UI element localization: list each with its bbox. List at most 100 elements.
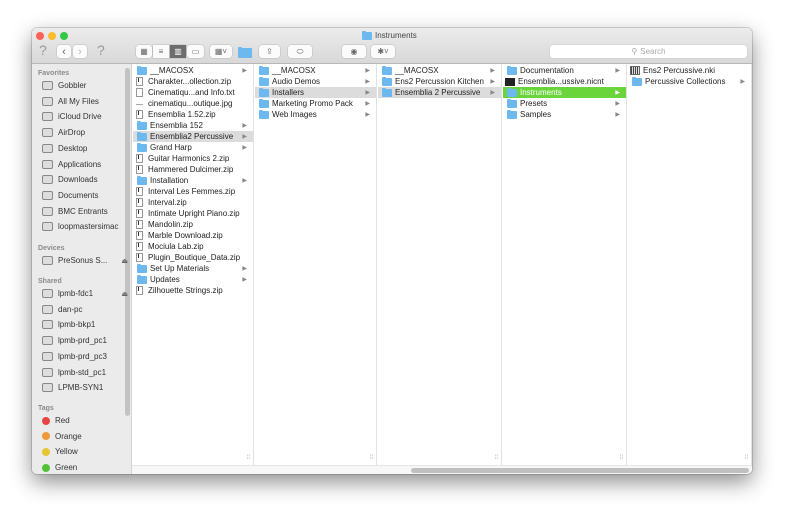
folder-icon xyxy=(382,66,392,75)
column-resize-handle[interactable]: ⁞⁞ xyxy=(247,455,250,461)
folder-item[interactable]: Installation ▶ xyxy=(133,175,253,186)
file-item[interactable]: Ensemblia 1.52.zip xyxy=(133,109,253,120)
file-item[interactable]: Mociula Lab.zip xyxy=(133,241,253,252)
help-icon-2[interactable]: ? xyxy=(97,42,105,58)
sidebar-item-lpmb-bkp1[interactable]: lpmb-bkp1 xyxy=(42,320,126,330)
folder-item[interactable]: Web Images ▶ xyxy=(255,109,376,120)
quick-look-button[interactable]: ◉ xyxy=(342,45,366,58)
file-item[interactable]: Marble Download.zip xyxy=(133,230,253,241)
file-item[interactable]: Zilhouette Strings.zip xyxy=(133,285,253,296)
chevron-right-icon: ▶ xyxy=(242,178,247,184)
folder-item[interactable]: Documentation ▶ xyxy=(503,65,626,76)
item-label: Percussive Collections xyxy=(645,77,726,86)
icon-view-button[interactable]: ▦ xyxy=(136,45,152,58)
sidebar-item-lpmb-syn1[interactable]: LPMB-SYN1 xyxy=(42,383,126,393)
scrollbar-thumb[interactable] xyxy=(411,468,749,473)
folder-item[interactable]: Set Up Materials ▶ xyxy=(133,263,253,274)
folder-item[interactable]: Audio Demos ▶ xyxy=(255,76,376,87)
sidebar-item-lpmb-prd-pc1[interactable]: lpmb-prd_pc1 xyxy=(42,336,126,346)
folder-item[interactable]: Presets ▶ xyxy=(503,98,626,109)
cover-flow-button[interactable]: ▭ xyxy=(187,45,204,58)
close-button[interactable] xyxy=(36,32,44,40)
sidebar-item-icloud-drive[interactable]: iCloud Drive xyxy=(42,112,126,122)
search-input[interactable]: ⚲ Search xyxy=(550,45,747,58)
sidebar-item-documents[interactable]: Documents xyxy=(42,190,126,200)
file-item[interactable]: Interval.zip xyxy=(133,197,253,208)
folder-item[interactable]: Percussive Collections ▶ xyxy=(628,76,751,87)
item-label: Set Up Materials xyxy=(150,264,210,273)
column-resize-handle[interactable]: ⁞⁞ xyxy=(370,455,373,461)
sidebar-item-loopmastersimac[interactable]: loopmastersimac xyxy=(42,222,126,232)
sidebar-item-lpmb-std-pc1[interactable]: lpmb-std_pc1 xyxy=(42,367,126,377)
folder-item[interactable]: Instruments ▶ xyxy=(503,87,626,98)
sidebar-item-desktop[interactable]: Desktop xyxy=(42,143,126,153)
sidebar-item-label: AirDrop xyxy=(58,128,86,138)
folder-item[interactable]: Installers ▶ xyxy=(255,87,376,98)
sidebar-item-orange[interactable]: Orange xyxy=(42,432,126,441)
folder-item[interactable]: Ensemblia 152 ▶ xyxy=(133,120,253,131)
arrange-button[interactable]: ▦˅ xyxy=(210,45,232,58)
item-label: Guitar Harmonics 2.zip xyxy=(148,154,230,163)
sidebar-item-bmc-entrants[interactable]: BMC Entrants xyxy=(42,206,126,216)
column-resize-handle[interactable]: ⁞⁞ xyxy=(495,455,498,461)
item-label: Audio Demos xyxy=(272,77,321,86)
file-item[interactable]: Ens2 Percussive.nki xyxy=(628,65,751,76)
file-item[interactable]: Mandolin.zip xyxy=(133,219,253,230)
sidebar-item-lpmb-prd-pc3[interactable]: lpmb-prd_pc3 xyxy=(42,351,126,361)
folder-item[interactable]: Updates ▶ xyxy=(133,274,253,285)
sidebar-item-downloads[interactable]: Downloads xyxy=(42,175,126,185)
zoom-button[interactable] xyxy=(60,32,68,40)
action-button[interactable]: ✱˅ xyxy=(371,45,395,58)
folder-item[interactable]: __MACOSX ▶ xyxy=(255,65,376,76)
share-button[interactable]: ⇪ xyxy=(259,45,280,58)
eject-icon[interactable]: ⏏ xyxy=(121,257,128,265)
file-item[interactable]: Cinematiqu...and Info.txt xyxy=(133,87,253,98)
column-resize-handle[interactable]: ⁞⁞ xyxy=(745,455,748,461)
folder-item[interactable]: Ensemblia2 Percussive ▶ xyxy=(133,131,253,142)
sidebar-item-airdrop[interactable]: AirDrop xyxy=(42,128,126,138)
file-item[interactable]: Charakter...ollection.zip xyxy=(133,76,253,87)
help-icon[interactable]: ? xyxy=(39,42,47,58)
folder-item[interactable]: Ens2 Percussion Kitchen ▶ xyxy=(378,76,501,87)
folder-icon xyxy=(259,66,269,75)
gear-icon: ✱˅ xyxy=(377,47,389,56)
eject-icon[interactable]: ⏏ xyxy=(121,290,128,298)
horizontal-scrollbar[interactable] xyxy=(132,465,752,474)
folder-item[interactable]: Ensemblia 2 Percussive ▶ xyxy=(378,87,501,98)
sidebar-item-gobbler[interactable]: Gobbler xyxy=(42,81,126,90)
sidebar-section-header: Favorites xyxy=(38,70,70,77)
folder-item[interactable]: __MACOSX ▶ xyxy=(378,65,501,76)
search-icon: ⚲ xyxy=(631,47,638,56)
file-item[interactable]: Intimate Upright Piano.zip xyxy=(133,208,253,219)
list-view-button[interactable]: ≡ xyxy=(153,45,169,58)
file-item[interactable]: Ensemblia...ussive.nicnt xyxy=(503,76,626,87)
chevron-right-icon: ▶ xyxy=(490,90,495,96)
item-label: Mociula Lab.zip xyxy=(148,242,204,251)
sidebar-item-all-my-files[interactable]: All My Files xyxy=(42,96,126,106)
file-item[interactable]: Plugin_Boutique_Data.zip xyxy=(133,252,253,263)
folder-item[interactable]: __MACOSX ▶ xyxy=(133,65,253,76)
sidebar-item-presonus-s-[interactable]: PreSonus S... ⏏ xyxy=(42,256,128,265)
sidebar-item-label: Desktop xyxy=(58,143,88,153)
folder-item[interactable]: Samples ▶ xyxy=(503,109,626,120)
folder-item[interactable]: Marketing Promo Pack ▶ xyxy=(255,98,376,109)
tags-button[interactable]: ⬭ xyxy=(288,45,312,58)
sidebar-item-green[interactable]: Green xyxy=(42,463,126,472)
column-resize-handle[interactable]: ⁞⁞ xyxy=(620,455,623,461)
forward-button[interactable]: › xyxy=(73,45,87,58)
back-button[interactable]: ‹ xyxy=(57,45,71,58)
sidebar-item-yellow[interactable]: Yellow xyxy=(42,447,126,456)
folder-item[interactable]: Grand Harp ▶ xyxy=(133,142,253,153)
file-item[interactable]: Interval Les Femmes.zip xyxy=(133,186,253,197)
column-view-button[interactable]: ▥ xyxy=(170,45,186,58)
sidebar-item-label: LPMB-SYN1 xyxy=(58,383,104,393)
sidebar-item-red[interactable]: Red xyxy=(42,416,126,425)
minimize-button[interactable] xyxy=(48,32,56,40)
file-item[interactable]: Hammered Dulcimer.zip xyxy=(133,164,253,175)
new-folder-icon[interactable] xyxy=(238,47,252,58)
file-item[interactable]: cinematiqu...outique.jpg xyxy=(133,98,253,109)
sidebar-item-lpmb-fdc1[interactable]: lpmb-fdc1 ⏏ xyxy=(42,289,128,298)
sidebar-item-applications[interactable]: Applications xyxy=(42,159,126,169)
sidebar-item-dan-pc[interactable]: dan-pc xyxy=(42,304,126,314)
file-item[interactable]: Guitar Harmonics 2.zip xyxy=(133,153,253,164)
